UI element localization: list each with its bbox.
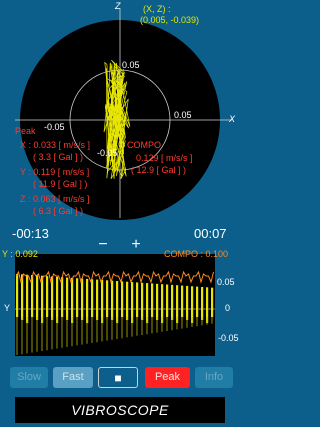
wave-tick-neg: -0.05 bbox=[218, 333, 239, 343]
y-wave-bar bbox=[81, 278, 84, 320]
y-wave-bar bbox=[166, 284, 169, 317]
coord-label: (X, Z) : bbox=[143, 4, 171, 14]
y-wave-bar bbox=[211, 287, 214, 317]
y-wave-bar bbox=[91, 279, 94, 317]
x-axis-label: X bbox=[229, 114, 236, 124]
peak-button[interactable]: Peak bbox=[145, 367, 190, 388]
wave-compo-value: COMPO : 0.100 bbox=[164, 249, 229, 259]
wave-tick-zero: 0 bbox=[225, 303, 231, 313]
y-wave-bar bbox=[121, 281, 124, 317]
y-wave-bar bbox=[46, 276, 49, 317]
coord-value: (0.005, -0.039) bbox=[140, 15, 200, 25]
peak-compo-label: COMPO bbox=[127, 140, 162, 150]
y-wave-bar bbox=[196, 286, 199, 317]
z-axis-label: Z bbox=[115, 1, 121, 11]
y-wave-bar bbox=[26, 274, 29, 323]
y-wave-bar bbox=[96, 279, 99, 320]
peak-x-gal: ( 3.3 [ Gal ] ) bbox=[33, 152, 84, 162]
y-wave-bar bbox=[141, 282, 144, 320]
tick-right: 0.05 bbox=[174, 110, 192, 120]
y-wave-bar bbox=[86, 278, 89, 323]
app-title: VIBROSCOPE bbox=[15, 397, 225, 423]
y-wave-bar bbox=[181, 285, 184, 317]
peak-z-value: Z : 0.063 [ m/s/s ] bbox=[20, 194, 90, 204]
peak-label: Peak bbox=[15, 126, 36, 136]
y-wave-bar bbox=[111, 280, 114, 320]
y-wave-bar bbox=[136, 282, 139, 317]
peak-compo-value: 0.129 [ m/s/s ] bbox=[136, 153, 193, 163]
y-wave-bar bbox=[71, 277, 74, 323]
fast-button[interactable]: Fast bbox=[53, 367, 93, 388]
y-wave-bar bbox=[36, 275, 39, 320]
peak-compo-gal: ( 12.9 [ Gal ] ) bbox=[131, 165, 187, 175]
time-start: -00:13 bbox=[12, 226, 49, 241]
waveform-plot bbox=[15, 254, 215, 356]
y-wave-bar bbox=[66, 277, 69, 320]
wave-tick-pos: 0.05 bbox=[217, 277, 235, 287]
y-wave-bar bbox=[186, 285, 189, 320]
peak-x-value: X : 0.033 [ m/s/s ] bbox=[20, 140, 91, 150]
y-wave-bar bbox=[76, 278, 79, 317]
y-wave-bar bbox=[16, 274, 19, 317]
y-wave-bar bbox=[116, 281, 119, 323]
waveform-background bbox=[15, 254, 215, 356]
y-wave-bar bbox=[156, 283, 159, 320]
y-wave-bar bbox=[201, 286, 204, 320]
time-end: 00:07 bbox=[194, 226, 227, 241]
stop-button[interactable]: ■ bbox=[98, 367, 138, 388]
zoom-in-button[interactable]: + bbox=[125, 236, 147, 254]
info-button[interactable]: Info bbox=[195, 367, 233, 388]
wave-y-value: Y : 0.092 bbox=[2, 249, 38, 259]
peak-y-gal: ( 11.9 [ Gal ] ) bbox=[33, 179, 88, 189]
y-wave-bar bbox=[151, 283, 154, 317]
y-wave-bar bbox=[126, 281, 129, 320]
peak-y-value: Y : 0.119 [ m/s/s ] bbox=[20, 167, 90, 177]
zoom-out-button[interactable]: − bbox=[92, 236, 114, 254]
tick-bottom: -0.05 bbox=[97, 148, 118, 158]
y-wave-bar bbox=[131, 282, 134, 323]
tick-left: -0.05 bbox=[44, 122, 65, 132]
y-wave-bar bbox=[106, 280, 109, 317]
y-wave-bar bbox=[56, 276, 59, 323]
wave-axis-label: Y bbox=[4, 303, 11, 313]
peak-z-gal: ( 6.3 [ Gal ] ) bbox=[33, 206, 84, 216]
y-wave-bar bbox=[41, 275, 44, 323]
y-wave-bar bbox=[171, 284, 174, 320]
y-wave-bar bbox=[51, 276, 54, 320]
tick-top: 0.05 bbox=[122, 60, 140, 70]
y-wave-bar bbox=[101, 279, 104, 323]
y-wave-bar bbox=[61, 277, 64, 317]
slow-button[interactable]: Slow bbox=[10, 367, 48, 388]
